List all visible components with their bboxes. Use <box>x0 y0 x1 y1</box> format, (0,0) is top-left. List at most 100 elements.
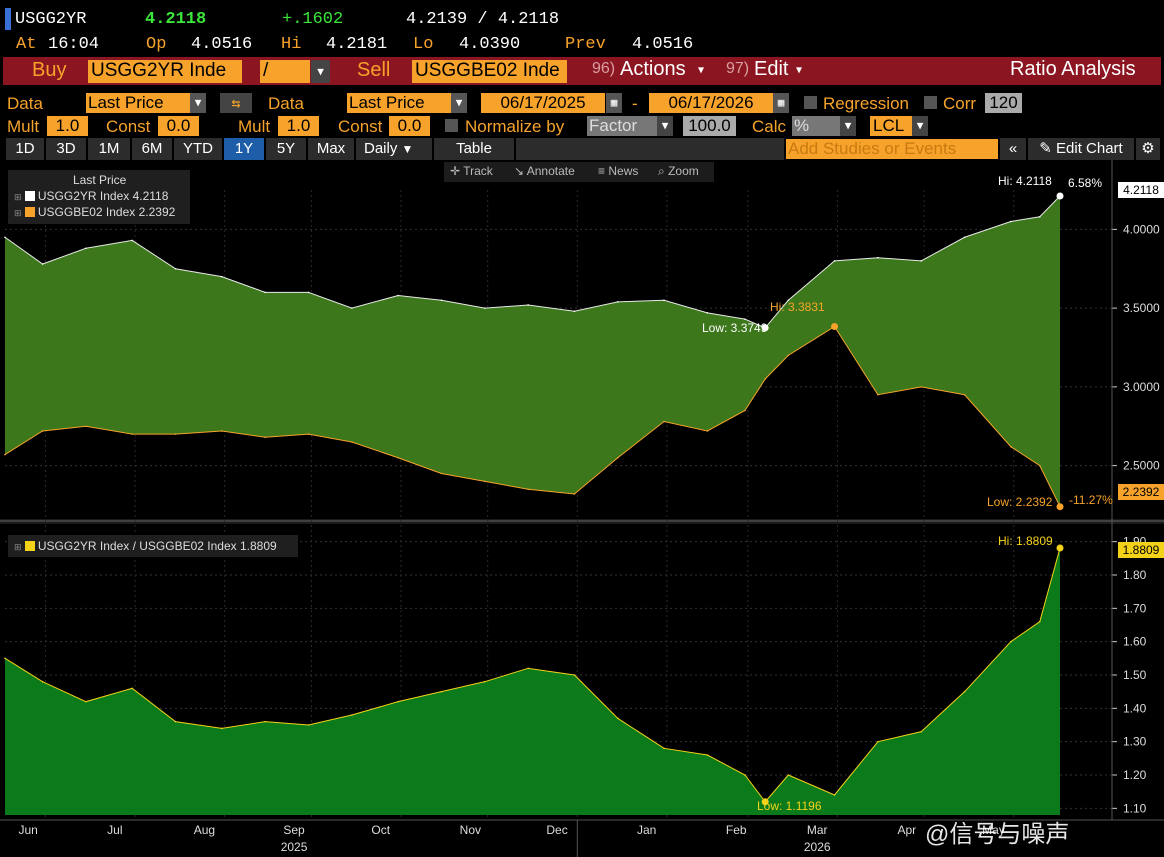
normalize-dropdown-icon[interactable]: ▼ <box>657 116 673 136</box>
point-ratio <box>41 680 44 683</box>
legend-swatch-white <box>24 191 35 201</box>
data-select-2[interactable]: Last Price <box>347 93 451 113</box>
actions-chevron-icon: ▼ <box>698 65 705 76</box>
currency-select[interactable]: LCL <box>870 116 912 136</box>
legend-swatch-yellow <box>24 541 35 551</box>
swap-icon[interactable]: ⇆ <box>220 93 252 113</box>
open-value: 4.0516 <box>191 35 253 54</box>
ticker-symbol[interactable]: USGG2YR <box>15 10 86 29</box>
calc-dropdown-icon[interactable]: ▼ <box>840 116 856 136</box>
actions-number: 96) <box>592 60 616 77</box>
point-usgg2yr <box>744 318 746 320</box>
point-usgg2yr <box>220 275 223 278</box>
const-input-2[interactable]: 0.0 <box>389 116 430 136</box>
bottom-y-tick-label: 1.20 <box>1123 768 1147 782</box>
calc-select[interactable]: % <box>792 116 840 136</box>
point-usgg2yr <box>484 307 486 309</box>
legend-item-usggbe02[interactable]: ⊞ USGGBE02 Index 2.2392 <box>14 205 175 219</box>
ratio-hi-marker <box>1056 544 1064 552</box>
studies-input[interactable]: Add Studies or Events <box>786 139 998 159</box>
x-tick-label: Feb <box>726 823 747 837</box>
point-usgg2yr <box>351 307 353 309</box>
end-calendar-icon[interactable]: ▦ <box>773 93 789 113</box>
data-label-2: Data <box>268 94 304 113</box>
bottom-y-tick-label: 1.60 <box>1123 635 1147 649</box>
data-1-dropdown-icon[interactable]: ▼ <box>190 93 206 113</box>
end-date-input[interactable]: 06/17/2026 <box>649 93 773 113</box>
point-ratio <box>440 690 443 693</box>
legend-item-usgg2yr[interactable]: ⊞ USGG2YR Index 4.2118 <box>14 189 168 203</box>
tab-3d[interactable]: 3D <box>46 138 86 160</box>
mult-input-1[interactable]: 1.0 <box>47 116 88 136</box>
tabs-spacer <box>516 138 784 160</box>
const-label-1: Const <box>106 117 151 136</box>
currency-dropdown-icon[interactable]: ▼ <box>912 116 928 136</box>
point-usggbe02 <box>174 433 177 435</box>
point-usggbe02 <box>484 480 486 483</box>
top-low-annotation: Low: 3.3749 <box>702 321 768 335</box>
factor-input[interactable]: 100.0 <box>683 116 736 136</box>
low-label: Lo <box>413 35 434 54</box>
edit-chart-label: Edit Chart <box>1056 140 1123 157</box>
point-usggbe02 <box>4 453 6 456</box>
point-usgg2yr <box>397 294 399 297</box>
data-label-1: Data <box>7 94 43 113</box>
point-usggbe02 <box>85 425 87 428</box>
data-select-1[interactable]: Last Price <box>86 93 190 113</box>
point-ratio <box>877 740 879 743</box>
mult-input-2[interactable]: 1.0 <box>278 116 319 136</box>
edit-chart-button[interactable]: ✎ Edit Chart <box>1028 138 1134 160</box>
tab-6m[interactable]: 6M <box>132 138 172 160</box>
point-usgg2yr <box>85 247 87 250</box>
actions-menu[interactable]: 96) Actions ▼ <box>584 57 718 85</box>
calc-label: Calc <box>752 117 787 136</box>
tab-5y[interactable]: 5Y <box>266 138 306 160</box>
tab-1m[interactable]: 1M <box>88 138 130 160</box>
top-hi-pct-annotation: 6.58% <box>1068 176 1103 190</box>
tab-max[interactable]: Max <box>308 138 354 160</box>
operator-select[interactable]: / <box>260 60 310 83</box>
point-usggbe02 <box>663 420 665 423</box>
tab-ytd[interactable]: YTD <box>174 138 222 160</box>
point-usggbe02 <box>351 441 353 443</box>
data-2-dropdown-icon[interactable]: ▼ <box>451 93 467 113</box>
x-tick-label: Oct <box>371 823 390 837</box>
regression-checkbox[interactable] <box>804 96 817 109</box>
corr-checkbox[interactable] <box>924 96 937 109</box>
tab-1y[interactable]: 1Y <box>224 138 264 160</box>
bottom-legend: ⊞ USGG2YR Index / USGGBE02 Index 1.8809 <box>8 535 298 557</box>
normalize-select[interactable]: Factor <box>587 116 657 136</box>
point-usggbe02 <box>744 409 746 412</box>
point-ratio <box>573 674 576 676</box>
point-ratio <box>833 794 836 796</box>
tab-1d[interactable]: 1D <box>6 138 44 160</box>
operator-dropdown-icon[interactable]: ▼ <box>311 60 330 83</box>
ratio-hi-annotation: Hi: 1.8809 <box>998 534 1053 548</box>
edit-label: Edit <box>754 58 789 80</box>
point-usgg2yr <box>963 236 966 239</box>
edit-menu[interactable]: 97) Edit ▼ <box>720 57 818 85</box>
frequency-select[interactable]: Daily ▼ <box>356 138 432 160</box>
point-usggbe02 <box>1010 445 1012 448</box>
point-ratio <box>131 687 133 690</box>
point-ratio <box>963 690 966 693</box>
normalize-checkbox[interactable] <box>445 119 458 132</box>
buy-ticker-input[interactable]: USGG2YR Inde <box>88 60 242 83</box>
collapse-icon[interactable]: « <box>1000 138 1026 160</box>
point-usggbe02 <box>764 378 766 380</box>
be-low-marker <box>1056 503 1064 511</box>
start-calendar-icon[interactable]: ▦ <box>606 93 622 113</box>
sell-ticker-input[interactable]: USGGBE02 Inde <box>412 60 567 83</box>
high-value: 4.2181 <box>326 35 388 54</box>
start-date-input[interactable]: 06/17/2025 <box>481 93 605 113</box>
table-button[interactable]: Table <box>434 138 514 160</box>
legend-item-ratio[interactable]: ⊞ USGG2YR Index / USGGBE02 Index 1.8809 <box>14 539 277 553</box>
top-y-tick-label: 4.0000 <box>1123 222 1160 236</box>
x-year-label: 2026 <box>804 840 831 854</box>
corr-input[interactable]: 120 <box>985 93 1022 113</box>
actions-label: Actions <box>620 58 686 80</box>
mult-label-2: Mult <box>238 117 271 136</box>
point-usgg2yr <box>4 236 6 239</box>
const-input-1[interactable]: 0.0 <box>158 116 199 136</box>
gear-icon[interactable]: ⚙ <box>1136 138 1160 160</box>
